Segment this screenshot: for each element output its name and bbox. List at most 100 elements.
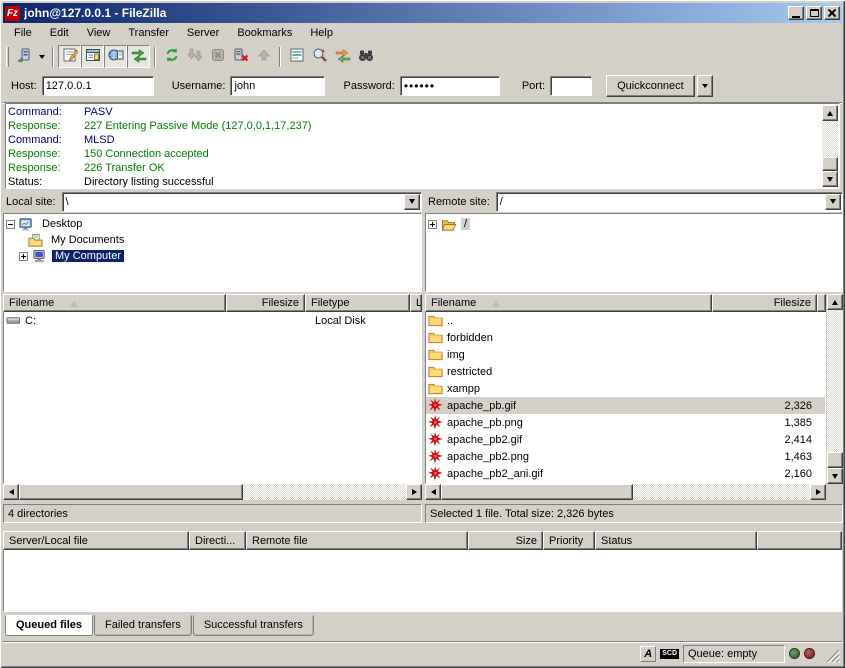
- scrollbar-thumb[interactable]: [19, 484, 243, 500]
- scroll-down-button[interactable]: [827, 468, 843, 484]
- resize-grip[interactable]: [825, 648, 840, 663]
- find-files-button[interactable]: [354, 45, 377, 68]
- toggle-local-tree-button[interactable]: [81, 45, 104, 68]
- scrollbar-track[interactable]: [19, 484, 406, 500]
- remote-file-row[interactable]: xampp: [426, 380, 825, 397]
- filename: apache_pb2.png: [447, 451, 529, 463]
- menu-item[interactable]: Help: [301, 25, 342, 41]
- scrollbar-thumb[interactable]: [827, 452, 843, 468]
- queue-column-header[interactable]: Remote file: [246, 531, 468, 550]
- scroll-right-button[interactable]: [810, 484, 826, 500]
- remote-file-row[interactable]: apache_pb2.png 1,463: [426, 448, 825, 465]
- log-scrollbar[interactable]: [822, 105, 838, 187]
- directory-comparison-button[interactable]: [308, 45, 331, 68]
- queue-column-header[interactable]: Server/Local file: [3, 531, 189, 550]
- arrow-down-icon: [409, 199, 415, 204]
- local-file-row[interactable]: C: Local Disk: [4, 312, 421, 329]
- column-header-label: Filename: [9, 297, 54, 309]
- queue-column-header[interactable]: Priority: [543, 531, 595, 550]
- scrollbar-thumb[interactable]: [441, 484, 633, 500]
- column-header[interactable]: Filename: [425, 294, 712, 312]
- menu-item[interactable]: Edit: [41, 25, 78, 41]
- remote-file-row[interactable]: img: [426, 346, 825, 363]
- site-manager-button[interactable]: [12, 45, 35, 68]
- arrow-down-icon: [830, 199, 836, 204]
- refresh-button[interactable]: [160, 45, 183, 68]
- maximize-button[interactable]: [806, 6, 822, 20]
- site-manager-dropdown[interactable]: [35, 45, 48, 68]
- remote-file-row[interactable]: forbidden: [426, 329, 825, 346]
- queue-column-header[interactable]: Size: [468, 531, 543, 550]
- column-header[interactable]: Filesize: [226, 294, 305, 312]
- scrollbar-track[interactable]: [827, 310, 843, 452]
- menu-item[interactable]: View: [78, 25, 120, 41]
- scroll-up-button[interactable]: [827, 294, 843, 310]
- quickconnect-button[interactable]: Quickconnect: [606, 75, 695, 97]
- scrollbar-thumb[interactable]: [822, 157, 838, 171]
- username-input[interactable]: [230, 76, 325, 96]
- remote-file-row[interactable]: apache_pb2_ani.gif 2,160: [426, 465, 825, 482]
- menu-item[interactable]: Transfer: [119, 25, 178, 41]
- directory-listing-filters-button[interactable]: [285, 45, 308, 68]
- synchronized-browsing-button[interactable]: [331, 45, 354, 68]
- remote-vertical-scrollbar[interactable]: [827, 294, 843, 484]
- remote-site-dropdown[interactable]: [825, 194, 841, 210]
- transfer-queue-list[interactable]: [3, 550, 842, 612]
- titlebar[interactable]: Fz john@127.0.0.1 - FileZilla: [3, 3, 842, 23]
- menu-item[interactable]: File: [5, 25, 41, 41]
- scroll-left-button[interactable]: [425, 484, 441, 500]
- expand-icon[interactable]: [19, 252, 28, 261]
- remote-file-row[interactable]: ..: [426, 312, 825, 329]
- scroll-left-button[interactable]: [3, 484, 19, 500]
- disconnect-button[interactable]: [229, 45, 252, 68]
- cancel-operation-button[interactable]: [206, 45, 229, 68]
- remote-file-row[interactable]: apache_pb.gif 2,326: [426, 397, 825, 414]
- remote-horizontal-scrollbar[interactable]: [425, 484, 826, 500]
- queue-tab[interactable]: Queued files: [5, 615, 93, 636]
- menu-item[interactable]: Server: [178, 25, 228, 41]
- tree-item-root[interactable]: /: [428, 216, 842, 232]
- scrollbar-track[interactable]: [822, 121, 838, 157]
- column-header[interactable]: Filetype: [305, 294, 410, 312]
- host-input[interactable]: [42, 76, 154, 96]
- process-queue-button[interactable]: [183, 45, 206, 68]
- collapse-icon[interactable]: [6, 220, 15, 229]
- password-input[interactable]: [400, 76, 500, 96]
- toggle-remote-tree-button[interactable]: [104, 45, 127, 68]
- column-header[interactable]: Filesize: [712, 294, 817, 312]
- remote-file-row[interactable]: apache_pb.png 1,385: [426, 414, 825, 431]
- toggle-message-log-button[interactable]: [58, 45, 81, 68]
- remote-file-row[interactable]: apache_pb2.gif 2,414: [426, 431, 825, 448]
- queue-tab[interactable]: Successful transfers: [193, 615, 314, 636]
- expand-icon[interactable]: [428, 220, 437, 229]
- log-line-text: MLSD: [84, 133, 115, 147]
- local-site-combo[interactable]: \: [62, 192, 422, 212]
- close-button[interactable]: [824, 6, 840, 20]
- log-line-type: Response:: [8, 147, 84, 161]
- local-site-dropdown[interactable]: [404, 194, 420, 210]
- quickconnect-dropdown-button[interactable]: [697, 75, 713, 97]
- scrollbar-track[interactable]: [441, 484, 810, 500]
- filename: apache_pb2_ani.gif: [447, 468, 543, 480]
- reconnect-button[interactable]: [252, 45, 275, 68]
- toggle-transfer-queue-button[interactable]: [127, 45, 150, 68]
- scroll-right-button[interactable]: [406, 484, 422, 500]
- column-header[interactable]: L: [410, 294, 422, 312]
- local-horizontal-scrollbar[interactable]: [3, 484, 422, 500]
- remote-site-combo[interactable]: /: [496, 192, 843, 212]
- port-input[interactable]: [550, 76, 592, 96]
- tree-item-desktop[interactable]: Desktop: [6, 216, 421, 232]
- menu-item[interactable]: Bookmarks: [228, 25, 301, 41]
- transfer-type-ascii-icon[interactable]: A: [640, 646, 656, 662]
- scroll-down-button[interactable]: [822, 171, 838, 187]
- minimize-button[interactable]: [788, 6, 804, 20]
- queue-column-header[interactable]: Status: [595, 531, 757, 550]
- tree-item-my-computer[interactable]: My Computer: [6, 248, 421, 264]
- scroll-up-button[interactable]: [822, 105, 838, 121]
- queue-tab[interactable]: Failed transfers: [94, 615, 192, 636]
- toolbar-grip[interactable]: [6, 47, 9, 67]
- column-header[interactable]: Filename: [3, 294, 226, 312]
- remote-file-row[interactable]: restricted: [426, 363, 825, 380]
- tree-item-my-documents[interactable]: My Documents: [6, 232, 421, 248]
- queue-column-header[interactable]: Directi...: [189, 531, 246, 550]
